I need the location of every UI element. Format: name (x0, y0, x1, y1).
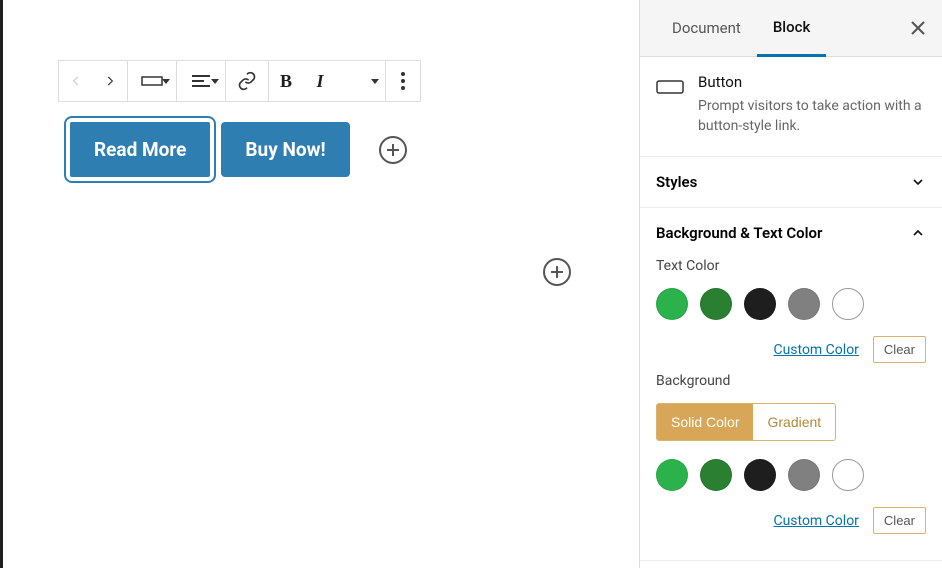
tab-block[interactable]: Block (757, 0, 826, 57)
width-dropdown[interactable] (128, 61, 176, 101)
colors-panel-header[interactable]: Background & Text Color (640, 208, 942, 258)
styles-panel-header[interactable]: Styles (640, 157, 942, 207)
custom-color-link[interactable]: Custom Color (773, 342, 858, 358)
text-color-label: Text Color (656, 258, 926, 274)
align-icon (192, 74, 210, 88)
nav-next-button[interactable] (93, 61, 127, 101)
block-info-panel: Button Prompt visitors to take action wi… (640, 57, 942, 157)
close-sidebar-button[interactable] (910, 20, 926, 36)
buttons-block: Read More Buy Now! (68, 120, 407, 179)
background-color-swatches (656, 459, 926, 491)
nav-prev-button[interactable] (59, 61, 93, 101)
chevron-left-icon (69, 74, 83, 88)
colors-panel: Background & Text Color Text Color Custo… (640, 208, 942, 561)
color-swatch[interactable] (700, 288, 732, 320)
close-icon (910, 20, 926, 36)
align-dropdown[interactable] (177, 61, 225, 101)
chevron-down-icon (910, 174, 926, 190)
italic-button[interactable]: I (303, 61, 337, 101)
color-swatch[interactable] (832, 459, 864, 491)
color-swatch[interactable] (744, 288, 776, 320)
add-block-inline-button[interactable] (379, 136, 407, 164)
color-swatch[interactable] (788, 459, 820, 491)
chevron-up-icon (910, 225, 926, 241)
solid-color-toggle[interactable]: Solid Color (657, 404, 753, 440)
background-label: Background (656, 373, 926, 389)
panel-title: Styles (656, 173, 697, 191)
button-block-icon (656, 76, 684, 98)
clear-background-button[interactable]: Clear (873, 507, 926, 534)
gradient-toggle[interactable]: Gradient (753, 404, 835, 440)
panel-title: Background & Text Color (656, 224, 822, 242)
tab-document[interactable]: Document (656, 1, 757, 55)
settings-sidebar: Document Block Button Prompt visitors to… (639, 0, 942, 568)
more-options-button[interactable] (386, 61, 420, 101)
editor-canvas[interactable]: B I Read More Buy Now! (0, 0, 639, 568)
link-icon (237, 71, 257, 91)
block-toolbar: B I (58, 60, 421, 102)
sidebar-tabs: Document Block (640, 0, 942, 57)
button-block[interactable]: Buy Now! (221, 122, 349, 177)
width-icon (141, 74, 163, 88)
link-button[interactable] (226, 61, 268, 101)
block-title: Button (698, 73, 926, 91)
button-text: Buy Now! (245, 138, 325, 161)
color-swatch[interactable] (832, 288, 864, 320)
plus-icon (549, 264, 565, 280)
kebab-icon (401, 72, 405, 90)
styles-panel: Styles (640, 157, 942, 208)
button-block-selected[interactable]: Read More (68, 120, 212, 179)
color-swatch[interactable] (744, 459, 776, 491)
custom-color-link[interactable]: Custom Color (773, 513, 858, 529)
background-type-toggle: Solid Color Gradient (656, 403, 836, 441)
clear-text-color-button[interactable]: Clear (873, 336, 926, 363)
text-color-swatches (656, 288, 926, 320)
color-swatch[interactable] (788, 288, 820, 320)
color-swatch[interactable] (700, 459, 732, 491)
color-swatch[interactable] (656, 288, 688, 320)
add-block-button[interactable] (543, 258, 571, 286)
bold-button[interactable]: B (269, 61, 303, 101)
color-swatch[interactable] (656, 459, 688, 491)
more-format-dropdown[interactable] (337, 61, 385, 101)
block-description: Prompt visitors to take action with a bu… (698, 97, 926, 136)
button-text: Read More (94, 138, 186, 161)
plus-icon (385, 142, 401, 158)
chevron-right-icon (103, 74, 117, 88)
